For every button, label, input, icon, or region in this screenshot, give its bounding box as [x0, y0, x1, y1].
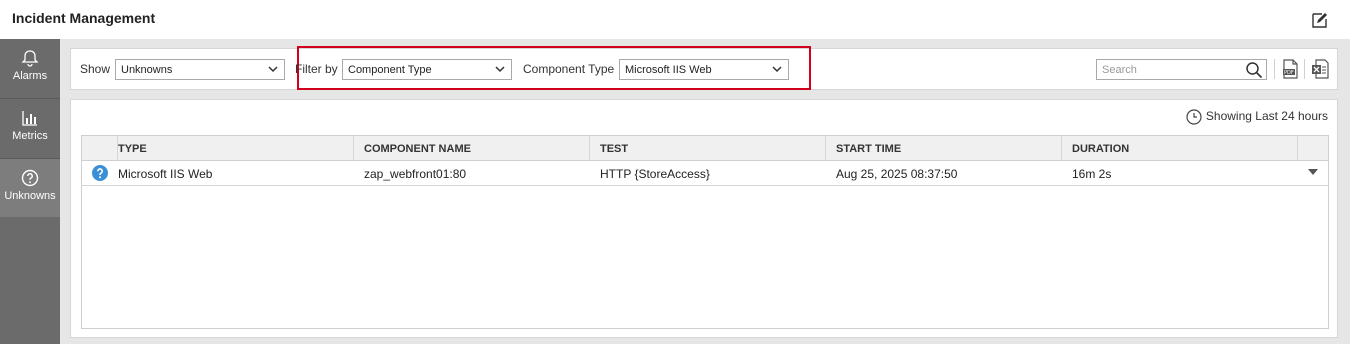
- sidebar: Alarms Metrics Unknowns: [0, 39, 60, 344]
- main-content: Show Unknowns Filter by Component Type C…: [60, 39, 1350, 344]
- column-header-label: DURATION: [1072, 143, 1130, 155]
- column-header-label: COMPONENT NAME: [364, 143, 471, 155]
- sidebar-item-unknowns[interactable]: Unknowns: [0, 159, 60, 217]
- filter-by-label: Filter by: [295, 62, 338, 76]
- toolbar-divider: [1304, 59, 1305, 79]
- expand-row-icon[interactable]: [1308, 169, 1318, 175]
- sidebar-item-alarms[interactable]: Alarms: [0, 39, 60, 97]
- edit-icon[interactable]: [1311, 11, 1329, 29]
- sidebar-item-label: Alarms: [12, 70, 48, 82]
- title-bar: Incident Management: [0, 0, 1350, 39]
- incidents-panel: Showing Last 24 hours TYPE COMPONENT NAM…: [70, 99, 1338, 338]
- column-header-component-name[interactable]: COMPONENT NAME: [354, 136, 590, 161]
- component-type-select-value: Microsoft IIS Web: [625, 64, 712, 76]
- svg-text:PDF: PDF: [1284, 70, 1294, 76]
- column-header-label: TEST: [600, 143, 629, 155]
- bar-chart-icon: [22, 111, 37, 126]
- show-select-value: Unknowns: [121, 64, 173, 76]
- component-type-label: Component Type: [523, 62, 615, 76]
- page-title: Incident Management: [12, 10, 156, 26]
- show-select[interactable]: Unknowns: [115, 59, 285, 80]
- chevron-down-icon: [772, 66, 782, 73]
- cell-component-name: zap_webfront01:80: [364, 167, 467, 181]
- component-type-select[interactable]: Microsoft IIS Web: [619, 59, 789, 80]
- question-circle-icon: [92, 165, 108, 181]
- column-header-label: START TIME: [836, 143, 902, 155]
- incidents-table: TYPE COMPONENT NAME TEST START TIME DURA…: [81, 135, 1329, 329]
- filter-toolbar: Show Unknowns Filter by Component Type C…: [70, 46, 1338, 90]
- show-label: Show: [80, 62, 111, 76]
- question-circle-icon: [21, 169, 39, 187]
- chevron-down-icon: [268, 66, 278, 73]
- column-header-type[interactable]: TYPE: [108, 136, 354, 161]
- time-range-indicator[interactable]: Showing Last 24 hours: [1186, 109, 1328, 125]
- sidebar-item-label: Unknowns: [4, 190, 56, 202]
- cell-duration: 16m 2s: [1072, 167, 1112, 181]
- search-input[interactable]: Search: [1096, 59, 1267, 80]
- search-placeholder: Search: [1102, 64, 1137, 76]
- column-header-duration[interactable]: DURATION: [1062, 136, 1298, 161]
- cell-type: Microsoft IIS Web: [118, 167, 213, 181]
- cell-test: HTTP {StoreAccess}: [600, 167, 710, 181]
- column-header-test[interactable]: TEST: [590, 136, 826, 161]
- cell-start-time: Aug 25, 2025 08:37:50: [836, 167, 958, 181]
- filter-by-select[interactable]: Component Type: [342, 59, 512, 80]
- pdf-export-icon[interactable]: PDF: [1281, 59, 1299, 79]
- table-header: TYPE COMPONENT NAME TEST START TIME DURA…: [82, 136, 1328, 161]
- search-icon[interactable]: [1245, 61, 1263, 79]
- sidebar-item-label: Metrics: [12, 130, 48, 142]
- bell-icon: [21, 50, 39, 67]
- toolbar-divider: [1274, 59, 1275, 79]
- filter-by-select-value: Component Type: [348, 64, 432, 76]
- chevron-down-icon: [495, 66, 505, 73]
- clock-icon: [1186, 109, 1202, 125]
- sidebar-item-metrics[interactable]: Metrics: [0, 99, 60, 157]
- excel-export-icon[interactable]: [1311, 59, 1329, 79]
- column-header-start-time[interactable]: START TIME: [826, 136, 1062, 161]
- time-range-text: Showing Last 24 hours: [1205, 109, 1328, 123]
- table-row[interactable]: Microsoft IIS Web zap_webfront01:80 HTTP…: [82, 161, 1328, 186]
- column-header-label: TYPE: [118, 143, 147, 155]
